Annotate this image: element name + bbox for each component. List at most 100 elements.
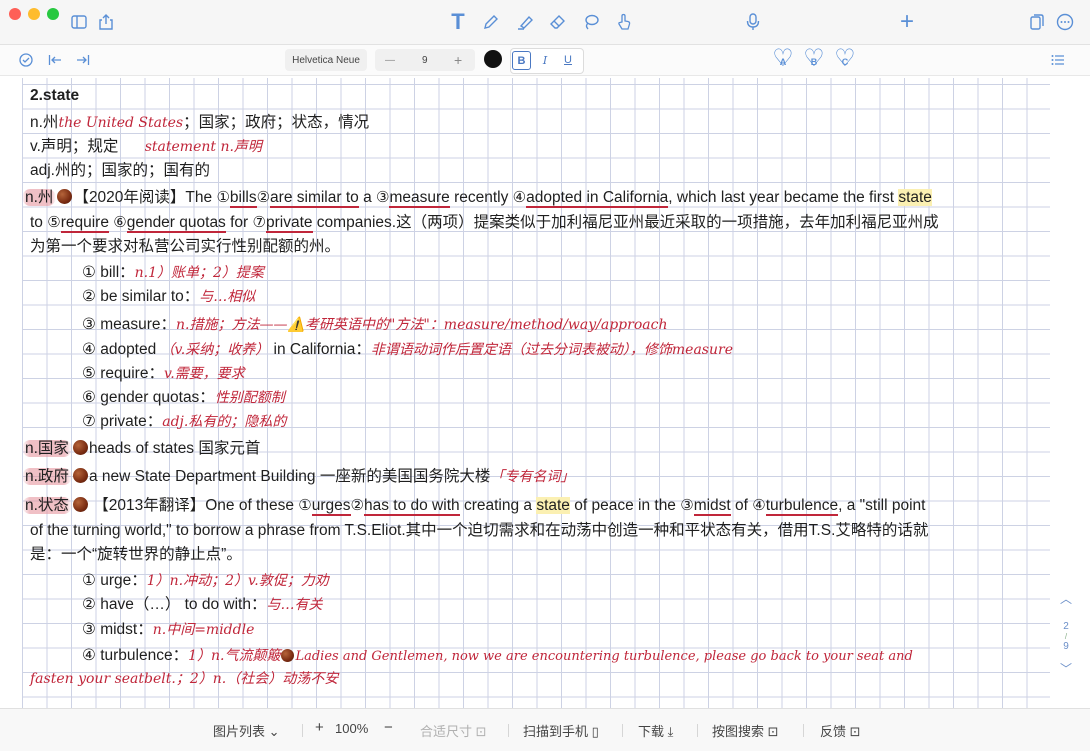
search-by-image-button[interactable]: 按图搜索 ⊡ xyxy=(712,721,779,740)
example-4-text: of peace in the xyxy=(569,497,681,514)
example-4-text: creating a xyxy=(459,497,537,514)
example-3-text: a new State Department Building 一座新的美国国务… xyxy=(88,468,491,485)
marker-2: ② xyxy=(350,497,364,514)
zoom-in-button[interactable]: + xyxy=(315,719,324,736)
gloss-1-item-1: ① bill：n.1）账单；2）提案 xyxy=(82,260,264,282)
feedback-button[interactable]: 反馈 ⊡ xyxy=(820,721,861,740)
example-1-text: for xyxy=(225,214,253,231)
font-family-select[interactable]: Helvetica Neue xyxy=(285,49,367,71)
def2-pos: v.声明；规定 xyxy=(30,138,119,155)
marker-5: ⑤ xyxy=(47,214,61,231)
gloss-2-item-4: ④ turbulence：1）n.气流颠簸 Ladies and Gentleme… xyxy=(82,643,913,665)
gloss-label: ⑦ private： xyxy=(82,413,163,430)
example-1-text: to xyxy=(30,214,48,231)
text-color-swatch[interactable] xyxy=(484,50,502,68)
gloss-handwritten: fasten your seatbelt.；2）n.（社会）动荡不安 xyxy=(30,671,339,687)
font-size-increase-button[interactable]: + xyxy=(454,52,462,68)
example-3-line: n.政府 a new State Department Building 一座新的… xyxy=(22,464,574,486)
list-view-icon[interactable] xyxy=(1048,50,1068,70)
separator xyxy=(302,724,303,737)
keyword-bills: bills xyxy=(229,189,257,208)
gloss-handwritten: v.需要，要求 xyxy=(163,366,245,382)
pages-icon[interactable] xyxy=(1024,10,1050,34)
eraser-tool-icon[interactable] xyxy=(545,10,571,34)
total-pages: 9 xyxy=(1063,641,1069,652)
example-3-tag: n.政府 xyxy=(22,468,72,485)
favorite-a-icon[interactable]: ♡ A xyxy=(771,47,795,71)
marker-3: ③ xyxy=(680,497,694,514)
example-1-text: 【2020年阅读】The xyxy=(73,189,217,206)
separator xyxy=(508,724,509,737)
gloss-2-item-1: ① urge：1）n.冲动；2）v.敦促；力劝 xyxy=(82,568,329,590)
zoom-out-button[interactable]: − xyxy=(384,719,393,736)
pencil-tool-icon[interactable] xyxy=(478,10,504,34)
favorite-c-icon[interactable]: ♡ C xyxy=(833,47,857,71)
gloss-1-item-5: ⑤ require：v.需要，要求 xyxy=(82,361,245,383)
jump-start-icon[interactable] xyxy=(45,50,65,70)
marker-4: ④ xyxy=(512,189,527,206)
basketball-icon xyxy=(72,440,88,455)
example-1-tag: n.州 xyxy=(22,189,57,206)
page-scroller[interactable]: ︿ 2 / 9 ﹀ xyxy=(1058,590,1074,677)
sidebar-toggle-icon[interactable] xyxy=(66,10,92,34)
gloss-label: ② have（…） to do with： xyxy=(82,596,267,613)
keyword-has-to-do-with: has to do with xyxy=(363,497,460,516)
page-divider: / xyxy=(1064,632,1068,641)
minimize-window-button[interactable] xyxy=(28,8,40,20)
share-icon[interactable] xyxy=(93,10,119,34)
favorite-a-label: A xyxy=(779,57,787,67)
gloss-1-item-7: ⑦ private：adj.私有的；隐私的 xyxy=(82,409,286,431)
touch-gesture-icon[interactable] xyxy=(611,10,637,34)
def2-handwritten: statement n.声明 xyxy=(144,139,262,155)
gloss-label: ⑥ gender quotas： xyxy=(82,389,215,406)
example-4-line-1: n.状态 【2013年翻译】One of these ①urges②has to… xyxy=(22,493,926,516)
keyword-measure: measure xyxy=(389,189,450,208)
gloss-1-item-3: ③ measure：n.措施；方法——⚠️考研英语中的"方法"：measure/… xyxy=(82,312,667,334)
keyword-adopted: adopted in California xyxy=(526,189,669,208)
underline-button[interactable]: U xyxy=(558,50,578,70)
gloss-label: ④ turbulence： xyxy=(82,647,189,664)
note-heading: 2.state xyxy=(30,87,80,104)
highlighter-tool-icon[interactable] xyxy=(512,10,538,34)
highlight-state: state xyxy=(898,189,932,206)
fit-size-button[interactable]: 合适尺寸 ⊡ xyxy=(420,721,487,740)
font-size-stepper: — 9 + xyxy=(375,49,475,71)
download-button[interactable]: 下载 ⤓ xyxy=(638,721,673,740)
gloss-label: in California： xyxy=(269,341,371,358)
gloss-label: ③ measure： xyxy=(82,316,177,333)
page-up-icon[interactable]: ︿ xyxy=(1058,590,1074,607)
keyword-private: private xyxy=(265,214,313,233)
page-down-icon[interactable]: ﹀ xyxy=(1058,660,1074,677)
text-tool-icon[interactable]: T xyxy=(445,9,471,34)
gloss-handwritten: n.1）账单；2）提案 xyxy=(134,265,264,281)
gloss-handwritten: （v.采纳；收养） xyxy=(160,342,270,358)
gloss-label: ① urge： xyxy=(82,572,147,589)
more-options-icon[interactable] xyxy=(1052,10,1078,34)
favorite-c-label: C xyxy=(841,57,849,67)
close-window-button[interactable] xyxy=(9,8,21,20)
keyword-urges: urges xyxy=(311,497,351,516)
gloss-handwritten: n.措施；方法——⚠️考研英语中的"方法"：measure/method/way… xyxy=(176,317,668,333)
definition-line-3: adj.州的；国家的；国有的 xyxy=(30,162,210,179)
italic-button[interactable]: I xyxy=(535,50,555,70)
def1-handwritten: the United States xyxy=(58,115,184,131)
font-size-decrease-button[interactable]: — xyxy=(385,55,395,66)
lasso-tool-icon[interactable] xyxy=(578,10,604,34)
example-2-text: heads of states 国家元首 xyxy=(88,440,261,457)
note-page[interactable]: 2.state n.州the United States；国家；政府；状态，情况… xyxy=(22,78,1050,708)
separator xyxy=(622,724,623,737)
add-page-icon[interactable]: + xyxy=(894,8,920,35)
image-list-button[interactable]: 图片列表 ⌄ xyxy=(213,721,280,740)
gloss-2-continued: fasten your seatbelt.；2）n.（社会）动荡不安 xyxy=(30,668,338,688)
example-1-line-2: to ⑤require ⑥gender quotas for ⑦private … xyxy=(30,210,939,233)
microphone-icon[interactable] xyxy=(740,10,766,34)
check-circle-icon[interactable] xyxy=(16,50,36,70)
basketball-icon xyxy=(72,468,88,483)
basketball-icon xyxy=(57,189,73,204)
zoom-window-button[interactable] xyxy=(47,8,59,20)
jump-end-icon[interactable] xyxy=(73,50,93,70)
scan-to-phone-button[interactable]: 扫描到手机 ▯ xyxy=(523,721,599,740)
bold-button[interactable]: B xyxy=(512,51,531,70)
basketball-icon xyxy=(72,497,88,512)
favorite-b-icon[interactable]: ♡ B xyxy=(802,47,826,71)
